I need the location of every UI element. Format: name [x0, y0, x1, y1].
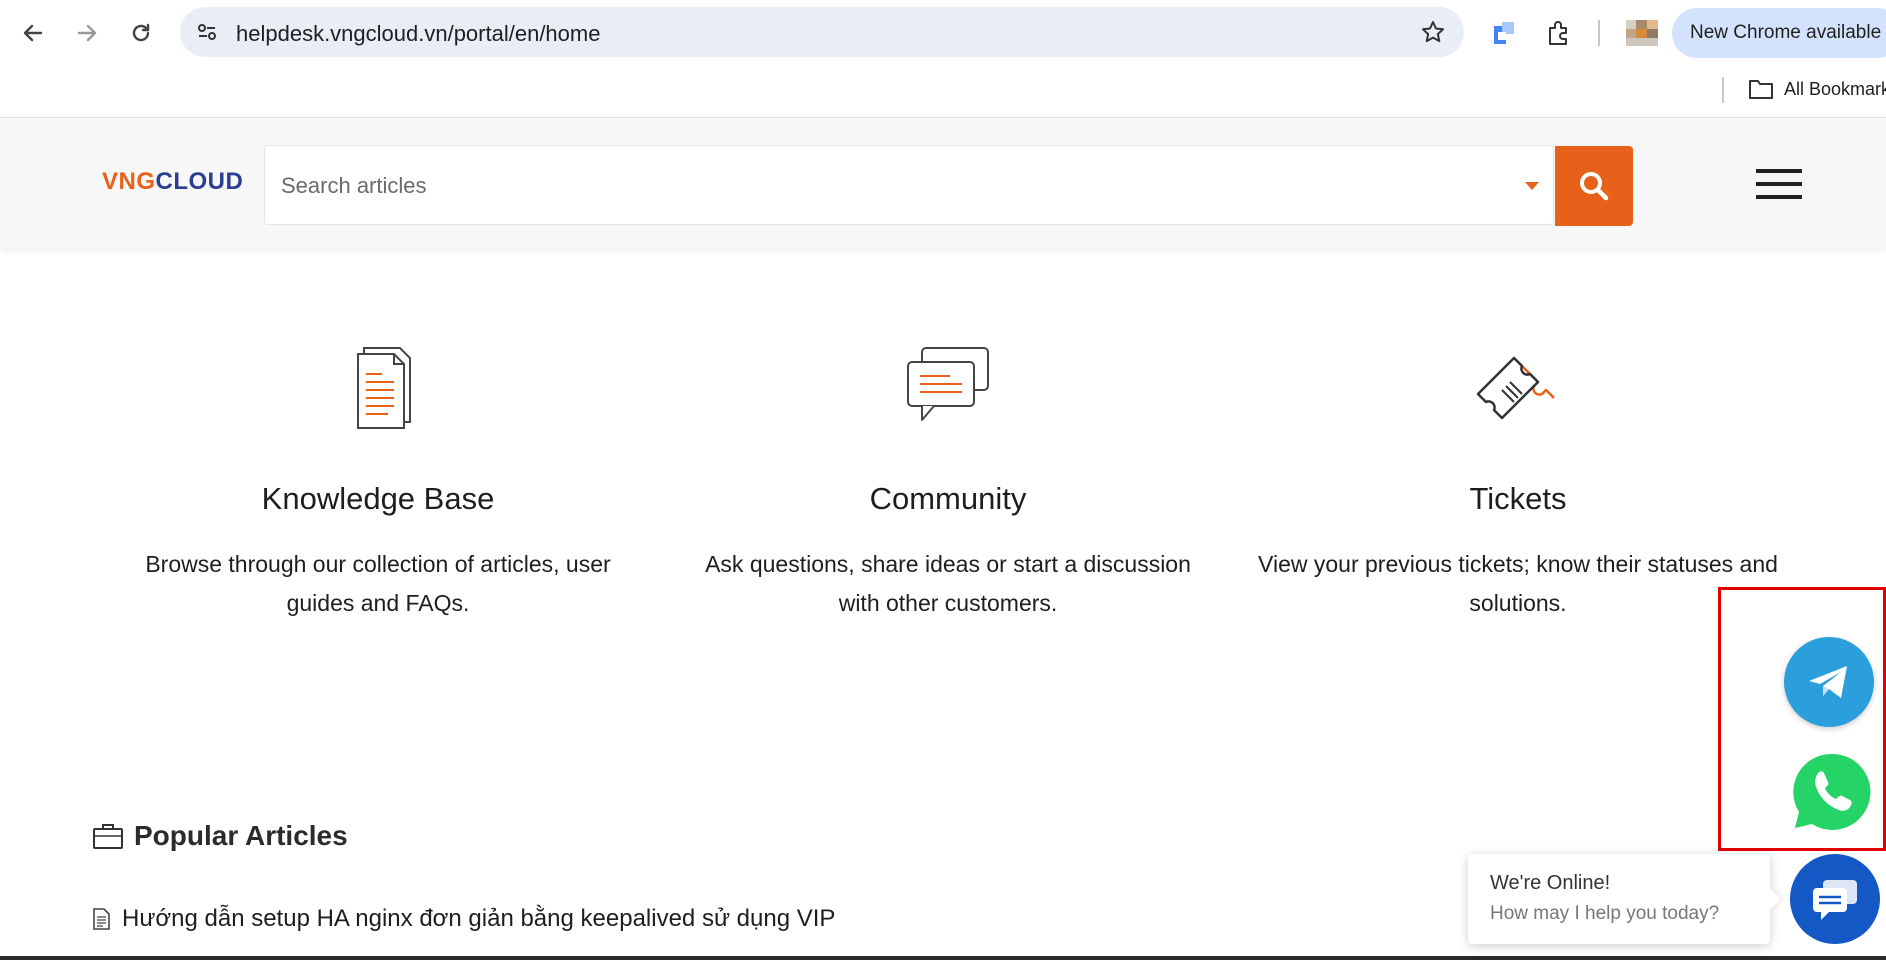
forward-button[interactable] — [68, 14, 106, 52]
menu-icon-bar — [1756, 195, 1802, 199]
feature-title[interactable]: Community — [688, 481, 1208, 517]
url-text[interactable]: helpdesk.vngcloud.vn/portal/en/home — [236, 21, 600, 47]
feature-title[interactable]: Knowledge Base — [118, 481, 638, 517]
search-input[interactable] — [281, 170, 1461, 202]
feature-tickets[interactable]: Tickets View your previous tickets; know… — [1258, 340, 1778, 623]
document-icon — [93, 908, 110, 930]
reload-icon — [132, 23, 150, 42]
browser-toolbar: helpdesk.vngcloud.vn/portal/en/home New … — [0, 0, 1886, 66]
feature-description: View your previous tickets; know their s… — [1258, 551, 1778, 616]
extensions-puzzle-icon[interactable] — [1544, 19, 1572, 47]
forward-arrow-icon — [77, 24, 97, 42]
popular-articles-heading: Popular Articles — [92, 820, 348, 852]
folder-icon[interactable] — [1748, 78, 1774, 100]
list-item[interactable]: Hướng dẫn setup HA nginx đơn giản bằng k… — [92, 905, 835, 933]
telegram-button[interactable] — [1784, 637, 1874, 727]
site-header: VNGCLOUD — [0, 119, 1886, 249]
bubble-tail — [1761, 889, 1781, 909]
back-arrow-icon — [23, 24, 43, 42]
search-button[interactable] — [1555, 146, 1633, 226]
search-icon — [1580, 172, 1609, 201]
site-info-icon[interactable] — [194, 19, 220, 45]
feature-description: Browse through our collection of article… — [145, 551, 611, 616]
address-bar[interactable]: helpdesk.vngcloud.vn/portal/en/home — [180, 7, 1464, 57]
chat-bubbles-icon — [907, 347, 989, 421]
live-chat-button[interactable] — [1790, 854, 1880, 944]
menu-button[interactable] — [1756, 169, 1802, 199]
documents-icon — [357, 347, 411, 429]
search-scope-dropdown-icon[interactable] — [1525, 182, 1539, 190]
ticket-icon — [1476, 356, 1555, 420]
chat-greeting-bubble[interactable]: We're Online! How may I help you today? — [1468, 854, 1781, 944]
feature-description: Ask questions, share ideas or start a di… — [705, 551, 1191, 616]
feature-knowledge-base[interactable]: Knowledge Base Browse through our collec… — [118, 340, 638, 623]
vng-cloud-logo[interactable]: VNGCLOUD — [102, 168, 243, 196]
telegram-icon — [1809, 666, 1847, 698]
bottom-edge — [0, 956, 1886, 960]
all-bookmarks-link[interactable]: All Bookmarks — [1784, 79, 1886, 100]
feature-title[interactable]: Tickets — [1258, 481, 1778, 517]
whatsapp-button[interactable] — [1786, 746, 1876, 838]
reload-button[interactable] — [122, 14, 160, 52]
profile-avatar-icon[interactable] — [1626, 20, 1658, 46]
bookmark-star-icon[interactable] — [1420, 19, 1446, 45]
chat-prompt-text: How may I help you today? — [1490, 903, 1720, 924]
back-button[interactable] — [14, 14, 52, 52]
article-link[interactable]: Hướng dẫn setup HA nginx đơn giản bằng k… — [122, 905, 835, 933]
menu-icon-bar — [1756, 182, 1802, 186]
toolbar-divider — [1598, 20, 1600, 46]
bookmarks-bar: All Bookmarks — [0, 66, 1886, 118]
chrome-update-button[interactable]: New Chrome available — [1672, 8, 1886, 58]
menu-icon-bar — [1756, 169, 1802, 173]
chat-online-text: We're Online! — [1490, 872, 1611, 894]
popular-articles-title: Popular Articles — [134, 820, 348, 851]
chat-icon — [1813, 880, 1857, 920]
briefcase-icon — [93, 824, 123, 849]
search-box — [264, 145, 1633, 226]
bookmarks-divider — [1722, 77, 1724, 103]
extension-icon[interactable] — [1492, 20, 1518, 46]
feature-community[interactable]: Community Ask questions, share ideas or … — [688, 340, 1208, 623]
